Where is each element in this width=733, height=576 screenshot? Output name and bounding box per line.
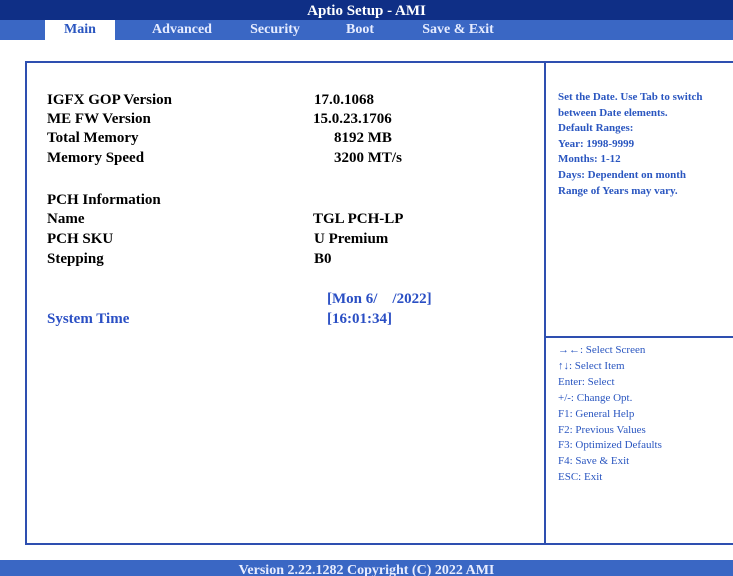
system-date-suffix: /2022]	[392, 291, 432, 307]
help-line: Set the Date. Use Tab to switch	[558, 91, 703, 103]
pch-name-value: TGL PCH-LP	[313, 211, 404, 227]
tab-advanced[interactable]: Advanced	[140, 20, 224, 40]
key-legend-item: ESC: Exit	[558, 471, 603, 484]
tab-boot[interactable]: Boot	[334, 20, 386, 40]
help-text: Set the Date. Use Tab to switch between …	[558, 90, 730, 199]
key-legend-item: ↑↓: Select Item	[558, 359, 625, 372]
system-date-label[interactable]: System Date	[47, 291, 127, 308]
total-memory-value: 8192 MB	[334, 130, 392, 146]
stepping-label: Stepping	[47, 251, 104, 267]
help-line: Months: 1-12	[558, 153, 621, 166]
key-legend: →←: Select Screen ↑↓: Select Item Enter:…	[558, 343, 730, 486]
key-legend-item: F4: Save & Exit	[558, 455, 630, 468]
help-line: Default Ranges:	[558, 122, 634, 135]
pch-name-label: Name	[47, 211, 85, 227]
system-date-field[interactable]: [Mon 6/20/2022]	[327, 291, 432, 308]
me-fw-version-value: 15.0.23.1706	[313, 111, 392, 127]
tab-bar: Main Advanced Security Boot Save & Exit	[0, 20, 733, 40]
memory-speed-label: Memory Speed	[47, 150, 145, 166]
key-legend-item: +/-: Change Opt.	[558, 391, 633, 404]
help-line: Range of Years may vary.	[558, 184, 678, 197]
version-footer: Version 2.22.1282 Copyright (C) 2022 AMI	[0, 560, 733, 576]
pch-sku-label: PCH SKU	[47, 231, 114, 247]
tab-save-exit[interactable]: Save & Exit	[408, 20, 508, 40]
window-title: Aptio Setup - AMI	[0, 0, 733, 20]
total-memory-label: Total Memory	[47, 130, 139, 146]
help-line: between Date elements.	[558, 106, 668, 119]
help-line: Year: 1998-9999	[558, 137, 635, 150]
igfx-gop-version-value: 17.0.1068	[314, 92, 374, 108]
key-legend-item: F3: Optimized Defaults	[558, 439, 662, 452]
help-divider	[546, 336, 733, 338]
stepping-value: B0	[314, 251, 332, 267]
pch-information-heading: PCH Information	[47, 192, 161, 208]
key-legend-item: F1: General Help	[558, 407, 635, 420]
system-date-day[interactable]: 20	[377, 291, 392, 307]
key-legend-item: Enter: Select	[558, 375, 615, 388]
pch-sku-value: U Premium	[314, 231, 389, 247]
tab-security[interactable]: Security	[240, 20, 310, 40]
igfx-gop-version-label: IGFX GOP Version	[47, 92, 173, 108]
system-time-field[interactable]: [16:01:34]	[327, 311, 392, 328]
memory-speed-value: 3200 MT/s	[334, 150, 402, 166]
system-date-prefix: [Mon 6/	[327, 291, 378, 307]
system-time-label[interactable]: System Time	[47, 311, 129, 328]
me-fw-version-label: ME FW Version	[47, 111, 151, 127]
key-legend-item: F2: Previous Values	[558, 423, 646, 436]
tab-main[interactable]: Main	[45, 20, 115, 40]
key-legend-item: →←: Select Screen	[558, 344, 646, 356]
help-line: Days: Dependent on month	[558, 168, 687, 181]
